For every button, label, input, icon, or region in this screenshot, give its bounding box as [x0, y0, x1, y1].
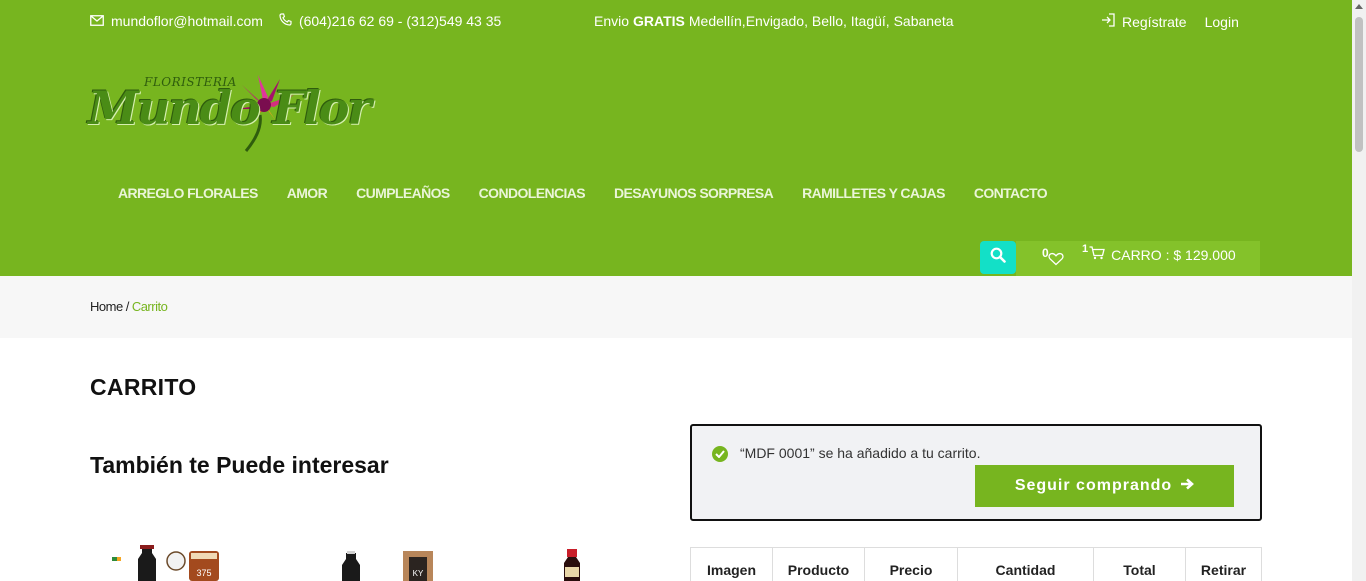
continue-shopping-button[interactable]: Seguir comprando	[975, 465, 1234, 507]
cart-notice: “MDF 0001” se ha añadido a tu carrito. S…	[690, 424, 1262, 521]
login-link[interactable]: Login	[1205, 14, 1239, 30]
contact-info: mundoflor@hotmail.com (604)216 62 69 - (…	[90, 13, 517, 29]
phone-icon	[279, 13, 292, 29]
cart-count: 1	[1082, 242, 1089, 255]
site-logo[interactable]: FLORISTERIA Mundo Flor	[88, 69, 403, 157]
svg-text:KY: KY	[413, 569, 424, 578]
shipping-cities: Medellín,Envigado, Bello, Itagüí, Sabane…	[688, 13, 954, 29]
nav-item-ramilletes-y-cajas[interactable]: RAMILLETES Y CAJAS	[802, 185, 945, 201]
nav-item-cumpleanos[interactable]: CUMPLEAÑOS	[356, 185, 450, 201]
related-product-thumbnail[interactable]: 375	[110, 545, 232, 581]
shipping-prefix: Envio	[594, 13, 630, 29]
register-label: Regístrate	[1122, 13, 1187, 30]
column-header-product: Producto	[773, 548, 865, 581]
related-product-thumbnail[interactable]: KY	[310, 545, 445, 581]
breadcrumb-separator: /	[125, 299, 130, 314]
continue-shopping-label: Seguir comprando	[1014, 477, 1173, 494]
nav-item-arreglo-florales[interactable]: ARREGLO FLORALES	[118, 185, 258, 201]
wishlist-link[interactable]: 0	[1042, 246, 1064, 266]
cart-icon	[1089, 246, 1105, 263]
page: mundoflor@hotmail.com (604)216 62 69 - (…	[0, 0, 1366, 581]
breadcrumb: Home / Carrito	[0, 276, 1352, 338]
site-header: FLORISTERIA Mundo Flor ARREGLO FLORALES …	[0, 43, 1352, 276]
liquor-bottle-image: KY	[342, 551, 433, 581]
related-products-title: También te Puede interesar	[90, 452, 389, 478]
page-scrollbar[interactable]	[1352, 0, 1366, 581]
top-bar: mundoflor@hotmail.com (604)216 62 69 - (…	[0, 0, 1352, 43]
search-icon	[990, 247, 1006, 268]
cart-table-header: Imagen Producto Precio Cantidad Total Re…	[690, 547, 1262, 581]
column-header-quantity: Cantidad	[958, 548, 1094, 581]
search-button[interactable]	[980, 241, 1016, 274]
breadcrumb-home[interactable]: Home	[90, 299, 123, 314]
svg-text:375: 375	[196, 568, 211, 578]
account-links: Regístrate Login	[1101, 13, 1257, 30]
column-header-total: Total	[1094, 548, 1186, 581]
shipping-free: GRATIS	[633, 13, 685, 29]
email-text: mundoflor@hotmail.com	[111, 13, 263, 29]
main-nav: ARREGLO FLORALES AMOR CUMPLEAÑOS CONDOLE…	[118, 185, 1076, 201]
phone-link[interactable]: (604)216 62 69 - (312)549 43 35	[279, 13, 501, 29]
cart-link[interactable]: 1 CARRO : $ 129.000	[1082, 242, 1236, 263]
column-header-remove: Retirar	[1200, 562, 1247, 578]
scrollbar-thumb[interactable]	[1355, 17, 1363, 152]
scroll-up-arrow-icon[interactable]	[1355, 4, 1363, 9]
nav-item-condolencias[interactable]: CONDOLENCIAS	[479, 185, 586, 201]
login-label: Login	[1204, 13, 1239, 30]
liquor-bottle-image	[564, 549, 580, 581]
sign-in-icon	[1101, 13, 1115, 30]
related-product-thumbnail[interactable]	[512, 545, 640, 581]
nav-item-desayunos-sorpresa[interactable]: DESAYUNOS SORPRESA	[614, 185, 774, 201]
heart-icon	[1048, 252, 1064, 266]
nav-item-contacto[interactable]: CONTACTO	[974, 185, 1048, 201]
arrow-right-icon	[1180, 477, 1195, 495]
liquor-bottle-image: 375	[112, 545, 219, 581]
shipping-notice: Envio GRATIS Medellín,Envigado, Bello, I…	[594, 13, 954, 29]
column-header-price: Precio	[865, 548, 958, 581]
notice-message: “MDF 0001” se ha añadido a tu carrito.	[740, 445, 981, 461]
cart-total-label: CARRO : $ 129.000	[1111, 246, 1236, 263]
page-title: CARRITO	[90, 374, 197, 400]
logo-big-text: Mundo Flor	[88, 81, 372, 135]
breadcrumb-current: Carrito	[131, 299, 168, 314]
nav-item-amor[interactable]: AMOR	[287, 185, 328, 201]
email-link[interactable]: mundoflor@hotmail.com	[90, 13, 263, 29]
register-link[interactable]: Regístrate	[1101, 13, 1187, 30]
column-header-image: Imagen	[691, 548, 773, 581]
check-circle-icon	[712, 446, 728, 462]
cart-bar: 0 1 CARRO : $ 129.000	[1016, 241, 1260, 276]
mail-icon	[90, 13, 104, 29]
phone-text: (604)216 62 69 - (312)549 43 35	[298, 13, 502, 29]
